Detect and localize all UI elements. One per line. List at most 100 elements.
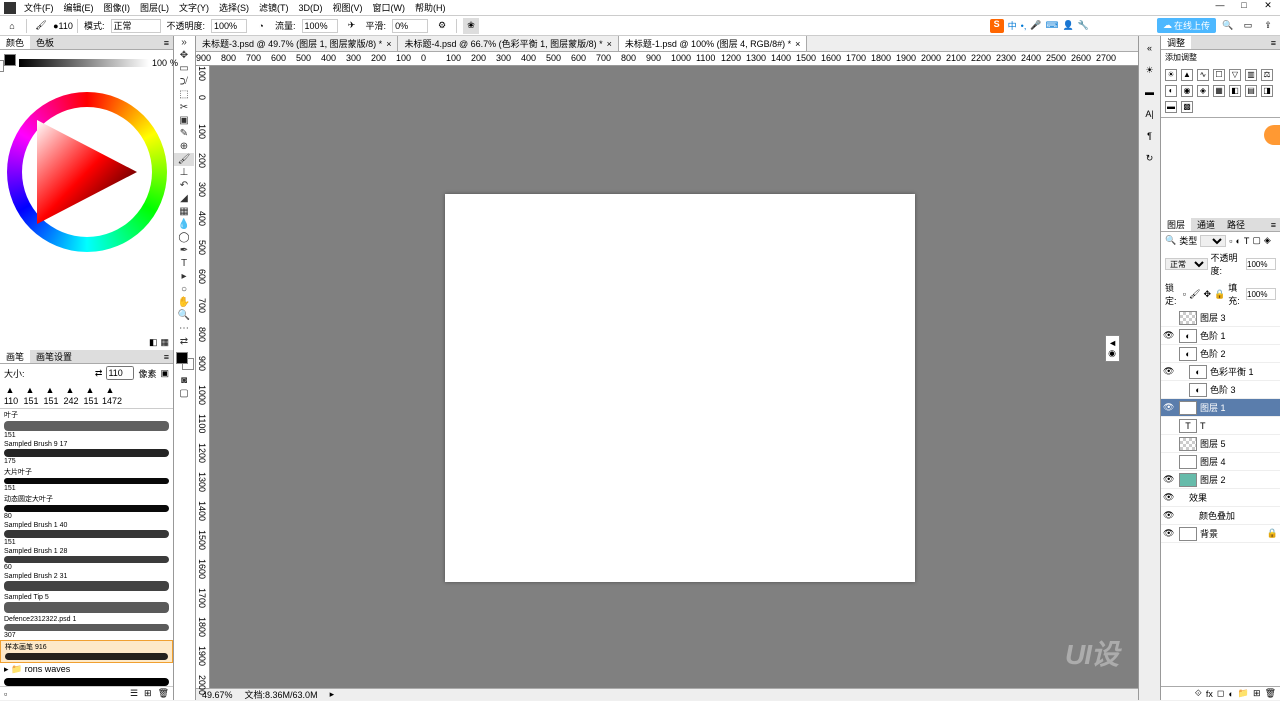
color-tab[interactable]: 颜色 [0, 36, 30, 49]
brush-preset-picker[interactable]: ● 110 [55, 18, 71, 34]
brush-preset[interactable]: ▲110 [2, 384, 20, 406]
brushes-tab[interactable]: 画笔 [0, 350, 30, 363]
brush-settings-tab[interactable]: 画笔设置 [30, 350, 78, 363]
layer-row[interactable]: 👁◐色彩平衡 1 [1161, 363, 1280, 381]
delete-brush-icon[interactable]: 🗑 [158, 688, 169, 699]
layer-fx-icon[interactable]: fx [1206, 689, 1213, 699]
lasso-tool[interactable]: ⟉ [174, 75, 194, 88]
stamp-tool[interactable]: ⊥ [174, 166, 194, 179]
toolbar-fg-bg[interactable] [176, 352, 194, 370]
brush-preset[interactable]: ▲242 [62, 384, 80, 406]
layer-filter-select[interactable] [1200, 235, 1226, 247]
healing-tool[interactable]: ⊕ [174, 140, 194, 153]
lock-trans-icon[interactable]: ▫ [1183, 289, 1186, 299]
layer-row[interactable]: 👁图层 1 [1161, 399, 1280, 417]
blur-tool[interactable]: 💧 [174, 218, 194, 231]
invert-adj-icon[interactable]: ◧ [1229, 85, 1241, 97]
menu-layer[interactable]: 图层(L) [140, 1, 169, 14]
visibility-icon[interactable]: 👁 [1163, 528, 1173, 539]
doc-size[interactable]: 文档:8.36M/63.0M [245, 688, 318, 701]
brush-item[interactable]: Sampled Tip 5 [0, 593, 173, 615]
layer-row[interactable]: 👁颜色叠加 [1161, 507, 1280, 525]
close-tab-icon[interactable]: × [795, 39, 800, 49]
brush-size-input[interactable] [106, 366, 134, 380]
photo-filter-icon[interactable]: ◉ [1181, 85, 1193, 97]
brush-item[interactable]: Sampled Brush 9 17175 [0, 440, 173, 466]
brush-preset[interactable]: ▲151 [82, 384, 100, 406]
delete-layer-icon[interactable]: 🗑 [1265, 688, 1276, 699]
visibility-icon[interactable]: 👁 [1163, 366, 1173, 377]
frame-tool[interactable]: ▣ [174, 114, 194, 127]
threshold-adj-icon[interactable]: ◨ [1261, 85, 1273, 97]
gradient-map-icon[interactable]: ▬ [1165, 101, 1177, 113]
ime-keyboard-icon[interactable]: ⌨ [1046, 20, 1059, 31]
symmetry-icon[interactable]: ❀ [463, 18, 479, 34]
flip-icon[interactable]: ⇄ [95, 368, 103, 379]
paragraph-icon[interactable]: ¶ [1142, 128, 1158, 144]
canvas-viewport[interactable]: UI设 [210, 66, 1138, 688]
ime-zh-icon[interactable]: 中 [1008, 19, 1017, 32]
sogou-ime-icon[interactable]: S [990, 19, 1004, 33]
eraser-tool[interactable]: ◢ [174, 192, 194, 205]
selective-color-icon[interactable]: ▩ [1181, 101, 1193, 113]
new-adj-layer-icon[interactable]: ◐ [1228, 689, 1233, 699]
flow-input[interactable] [302, 19, 338, 33]
brush-item[interactable]: Sampled Brush 2 31 [0, 572, 173, 593]
brush-item[interactable]: Sampled Brush 1 40151 [0, 521, 173, 547]
visibility-icon[interactable]: 👁 [1163, 510, 1173, 521]
toolbar-toggle-icon[interactable]: » [174, 36, 194, 49]
dodge-tool[interactable]: ◯ [174, 231, 194, 244]
panel-menu-icon[interactable]: ≡ [160, 38, 173, 48]
curves-adj-icon[interactable]: ∿ [1197, 69, 1209, 81]
brush-preset[interactable]: ▲1472 [102, 384, 120, 406]
smooth-input[interactable] [392, 19, 428, 33]
brush-item[interactable]: 14未标题-3.psd [0, 676, 173, 686]
new-layer-icon[interactable]: ⊞ [1253, 688, 1261, 699]
window-maximize[interactable]: □ [1232, 0, 1256, 14]
panel-menu-icon[interactable]: ≡ [1267, 220, 1280, 230]
opacity-input[interactable] [211, 19, 247, 33]
home-icon[interactable]: ⌂ [4, 18, 20, 34]
ime-mic-icon[interactable]: 🎤 [1030, 20, 1041, 31]
brush-tool-icon[interactable]: 🖌 [33, 18, 49, 34]
brush-item[interactable]: 样本画笔 916 [0, 640, 173, 663]
menu-select[interactable]: 选择(S) [219, 1, 249, 14]
exposure-adj-icon[interactable]: ☐ [1213, 69, 1225, 81]
new-group-icon[interactable]: 📁 [1238, 688, 1249, 699]
menu-3d[interactable]: 3D(D) [299, 3, 323, 13]
brush-preset[interactable]: ▲151 [42, 384, 60, 406]
navigator-icon[interactable]: ▬ [1142, 84, 1158, 100]
layer-row[interactable]: 👁图层 2 [1161, 471, 1280, 489]
brush-preset[interactable]: ▲151 [22, 384, 40, 406]
posterize-adj-icon[interactable]: ▤ [1245, 85, 1257, 97]
color-mode-icon2[interactable]: ▦ [160, 337, 169, 348]
type-tool[interactable]: T [174, 257, 194, 270]
live-preview-icon[interactable]: ▣ [160, 368, 169, 379]
hand-tool[interactable]: ✋ [174, 296, 194, 309]
filter-smart-icon[interactable]: ◈ [1264, 235, 1271, 246]
layer-opacity-input[interactable] [1246, 258, 1276, 270]
brush-item[interactable]: Sampled Brush 1 2860 [0, 547, 173, 573]
zoom-tool[interactable]: 🔍 [174, 309, 194, 322]
menu-edit[interactable]: 编辑(E) [64, 1, 94, 14]
side-badge[interactable] [1264, 125, 1280, 145]
filter-type-icon[interactable]: T [1244, 236, 1250, 246]
airbrush-icon[interactable]: ✈ [344, 18, 360, 34]
panel-menu-icon[interactable]: ≡ [160, 352, 173, 362]
layer-row[interactable]: ◐色阶 3 [1161, 381, 1280, 399]
brush-item[interactable]: 叶子151 [0, 409, 173, 440]
swatches-tab[interactable]: 色板 [30, 36, 60, 49]
floating-note[interactable]: ◄◉ [1105, 335, 1120, 362]
menu-image[interactable]: 图像(I) [104, 1, 131, 14]
brush-item[interactable]: 动态圆定大叶子80 [0, 493, 173, 521]
bw-adj-icon[interactable]: ◐ [1165, 85, 1177, 97]
path-select-tool[interactable]: ▸ [174, 270, 194, 283]
panel-menu-icon[interactable]: ≡ [1267, 38, 1280, 48]
brush-item[interactable]: 大片叶子151 [0, 466, 173, 493]
brush-list[interactable]: 叶子151Sampled Brush 9 17175大片叶子151动态圆定大叶子… [0, 409, 173, 686]
mode-select[interactable] [111, 19, 161, 33]
layer-row[interactable]: 👁效果 [1161, 489, 1280, 507]
brush-options-icon[interactable]: ☰ [130, 688, 138, 699]
quickmask-icon[interactable]: ◙ [174, 374, 194, 387]
layer-row[interactable]: 图层 3 [1161, 309, 1280, 327]
